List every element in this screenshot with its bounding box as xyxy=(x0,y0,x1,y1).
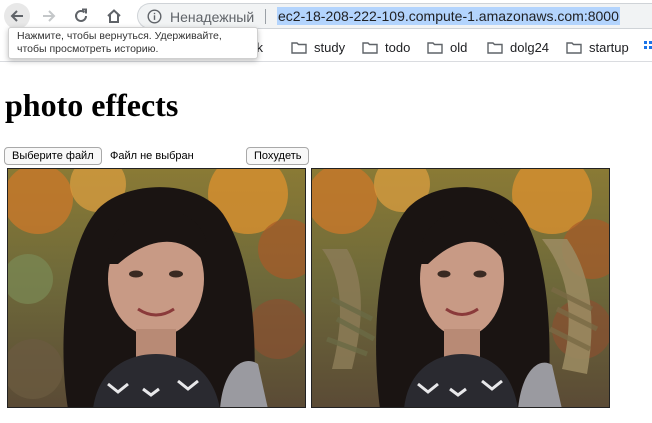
info-icon[interactable] xyxy=(147,9,162,24)
processed-photo xyxy=(311,168,610,408)
folder-icon xyxy=(427,41,443,54)
slim-effect-button[interactable]: Похудеть xyxy=(246,147,310,165)
bookmark-label: todo xyxy=(385,39,411,55)
back-button[interactable] xyxy=(4,3,30,29)
home-icon xyxy=(107,9,121,23)
apps-grid-icon[interactable] xyxy=(644,41,652,53)
folder-icon xyxy=(362,41,378,54)
reload-icon xyxy=(75,8,87,22)
bookmark-dolg24[interactable]: dolg24 xyxy=(487,38,549,56)
address-bar[interactable]: Ненадежный ec2-18-208-222-109.compute-1.… xyxy=(137,3,652,29)
bookmark-todo[interactable]: todo xyxy=(362,38,410,56)
original-photo xyxy=(7,168,306,408)
url-text[interactable]: ec2-18-208-222-109.compute-1.amazonaws.c… xyxy=(277,7,620,25)
file-status-text: Файл не выбран xyxy=(110,150,194,162)
back-button-tooltip: Нажмите, чтобы вернуться. Удерживайте, ч… xyxy=(8,27,258,59)
forward-arrow-icon xyxy=(43,10,56,22)
choose-file-button[interactable]: Выберите файл xyxy=(4,147,102,165)
back-arrow-icon xyxy=(10,10,23,22)
address-divider xyxy=(265,9,266,24)
home-button[interactable] xyxy=(101,3,127,29)
tooltip-line: Нажмите, чтобы вернуться. Удерживайте, xyxy=(17,30,222,42)
bookmark-old[interactable]: old xyxy=(427,38,467,56)
folder-icon xyxy=(291,41,307,54)
security-indicator[interactable]: Ненадежный xyxy=(170,8,254,26)
bookmark-label: study xyxy=(314,39,346,55)
reload-button[interactable] xyxy=(68,3,94,29)
forward-button[interactable] xyxy=(36,3,62,29)
bookmark-label: dolg24 xyxy=(510,39,550,55)
folder-icon xyxy=(487,41,503,54)
tooltip-line: чтобы просмотреть историю. xyxy=(17,43,159,55)
page-title: photo effects xyxy=(5,87,179,123)
bookmark-study[interactable]: study xyxy=(291,38,345,56)
folder-icon xyxy=(566,41,582,54)
bookmark-label: startup xyxy=(589,39,629,55)
bookmark-label: old xyxy=(450,39,468,55)
bookmark-startup[interactable]: startup xyxy=(566,38,629,56)
